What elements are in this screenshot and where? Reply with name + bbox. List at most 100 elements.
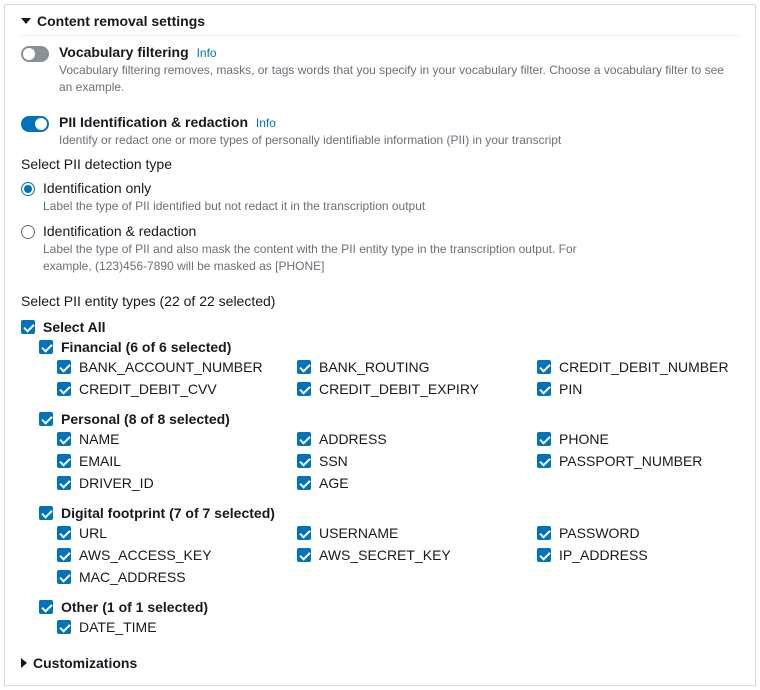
entity-item-checkbox[interactable]: [297, 548, 311, 562]
entity-item-label: DRIVER_ID: [79, 475, 154, 491]
entity-item[interactable]: AWS_SECRET_KEY: [297, 545, 537, 565]
vocabulary-filtering-info-link[interactable]: Info: [197, 46, 217, 60]
entity-item-checkbox[interactable]: [297, 382, 311, 396]
entity-item[interactable]: DRIVER_ID: [57, 473, 297, 493]
entity-group-header[interactable]: Financial (6 of 6 selected): [39, 337, 739, 357]
entity-item-label: CREDIT_DEBIT_CVV: [79, 381, 217, 397]
entity-item-checkbox[interactable]: [57, 620, 71, 634]
vocabulary-filtering-desc: Vocabulary filtering removes, masks, or …: [59, 62, 739, 96]
entity-item[interactable]: CREDIT_DEBIT_EXPIRY: [297, 379, 537, 399]
entity-group-header[interactable]: Personal (8 of 8 selected): [39, 409, 739, 429]
pii-redaction-toggle[interactable]: [21, 116, 49, 132]
entity-item[interactable]: PASSPORT_NUMBER: [537, 451, 757, 471]
entity-item-checkbox[interactable]: [57, 548, 71, 562]
entity-item-label: EMAIL: [79, 453, 121, 469]
entity-group-checkbox[interactable]: [39, 340, 53, 354]
entity-group-header[interactable]: Digital footprint (7 of 7 selected): [39, 503, 739, 523]
entity-item-checkbox[interactable]: [537, 548, 551, 562]
entity-tree: Select All Financial (6 of 6 selected)BA…: [21, 313, 739, 647]
entity-item-label: NAME: [79, 431, 119, 447]
entity-item[interactable]: PHONE: [537, 429, 757, 449]
entity-item-checkbox[interactable]: [297, 526, 311, 540]
entity-group-title: Personal (8 of 8 selected): [61, 411, 230, 427]
entity-item[interactable]: NAME: [57, 429, 297, 449]
entity-item-label: DATE_TIME: [79, 619, 157, 635]
entity-item-label: AGE: [319, 475, 349, 491]
entity-item-label: AWS_ACCESS_KEY: [79, 547, 212, 563]
entity-item[interactable]: CREDIT_DEBIT_CVV: [57, 379, 297, 399]
entity-group-title: Other (1 of 1 selected): [61, 599, 208, 615]
detection-option-identification-only[interactable]: Identification only Label the type of PI…: [21, 176, 739, 219]
entity-item[interactable]: AGE: [297, 473, 537, 493]
section-title: Content removal settings: [37, 13, 205, 29]
entity-item-label: PASSPORT_NUMBER: [559, 453, 702, 469]
entity-item-checkbox[interactable]: [297, 432, 311, 446]
entity-item[interactable]: BANK_ACCOUNT_NUMBER: [57, 357, 297, 377]
entity-item[interactable]: USERNAME: [297, 523, 537, 543]
entity-item[interactable]: IP_ADDRESS: [537, 545, 757, 565]
entity-item[interactable]: BANK_ROUTING: [297, 357, 537, 377]
entity-item-label: USERNAME: [319, 525, 398, 541]
detection-option-identification-redaction[interactable]: Identification & redaction Label the typ…: [21, 219, 739, 279]
content-removal-header[interactable]: Content removal settings: [21, 5, 739, 36]
entity-item-checkbox[interactable]: [57, 432, 71, 446]
entity-item[interactable]: CREDIT_DEBIT_NUMBER: [537, 357, 757, 377]
entity-item-label: IP_ADDRESS: [559, 547, 648, 563]
pii-redaction-info-link[interactable]: Info: [256, 116, 276, 130]
detection-type-heading: Select PII detection type: [21, 150, 739, 176]
entity-item[interactable]: EMAIL: [57, 451, 297, 471]
entity-types-heading: Select PII entity types (22 of 22 select…: [21, 287, 739, 313]
entity-item-checkbox[interactable]: [537, 360, 551, 374]
caret-right-icon: [21, 658, 27, 668]
entity-item-checkbox[interactable]: [57, 360, 71, 374]
entity-group-header[interactable]: Other (1 of 1 selected): [39, 597, 739, 617]
detection-option-label: Identification only: [43, 180, 425, 196]
entity-item-checkbox[interactable]: [297, 454, 311, 468]
entity-item-checkbox[interactable]: [57, 526, 71, 540]
entity-item-checkbox[interactable]: [537, 432, 551, 446]
pii-redaction-desc: Identify or redact one or more types of …: [59, 132, 561, 149]
select-all-checkbox[interactable]: [21, 320, 35, 334]
radio-icon[interactable]: [21, 225, 35, 239]
entity-group-checkbox[interactable]: [39, 412, 53, 426]
entity-item-label: ADDRESS: [319, 431, 387, 447]
entity-item-label: AWS_SECRET_KEY: [319, 547, 451, 563]
entity-item-checkbox[interactable]: [57, 570, 71, 584]
entity-item-checkbox[interactable]: [297, 360, 311, 374]
entity-item-checkbox[interactable]: [537, 526, 551, 540]
customizations-header[interactable]: Customizations: [21, 647, 739, 675]
entity-item-label: PHONE: [559, 431, 609, 447]
vocabulary-filtering-toggle[interactable]: [21, 46, 49, 62]
entity-item-checkbox[interactable]: [537, 382, 551, 396]
entity-item-label: CREDIT_DEBIT_NUMBER: [559, 359, 729, 375]
entity-item-checkbox[interactable]: [57, 476, 71, 490]
entity-item[interactable]: MAC_ADDRESS: [57, 567, 297, 587]
entity-item[interactable]: DATE_TIME: [57, 617, 297, 637]
entity-group-grid: NAME ADDRESS PHONE EMAIL SSN PASSPORT_NUMBER D…: [57, 429, 739, 503]
entity-item[interactable]: SSN: [297, 451, 537, 471]
customizations-title: Customizations: [33, 655, 137, 671]
entity-item-checkbox[interactable]: [537, 454, 551, 468]
caret-down-icon: [21, 18, 31, 24]
entity-item-checkbox[interactable]: [57, 454, 71, 468]
detection-option-desc: Label the type of PII and also mask the …: [43, 241, 583, 275]
entity-item-label: BANK_ROUTING: [319, 359, 429, 375]
entity-item-label: SSN: [319, 453, 348, 469]
entity-item[interactable]: URL: [57, 523, 297, 543]
entity-item[interactable]: PIN: [537, 379, 757, 399]
entity-item-label: BANK_ACCOUNT_NUMBER: [79, 359, 263, 375]
entity-item-checkbox[interactable]: [57, 382, 71, 396]
radio-icon[interactable]: [21, 182, 35, 196]
detection-option-desc: Label the type of PII identified but not…: [43, 198, 425, 215]
entity-item[interactable]: AWS_ACCESS_KEY: [57, 545, 297, 565]
pii-redaction-row: PII Identification & redaction Info Iden…: [21, 106, 739, 151]
entity-group-checkbox[interactable]: [39, 506, 53, 520]
entity-group-grid: BANK_ACCOUNT_NUMBER BANK_ROUTING CREDIT_DE…: [57, 357, 739, 409]
entity-item-checkbox[interactable]: [297, 476, 311, 490]
entity-item[interactable]: PASSWORD: [537, 523, 757, 543]
entity-item[interactable]: ADDRESS: [297, 429, 537, 449]
entity-group-checkbox[interactable]: [39, 600, 53, 614]
select-all-row[interactable]: Select All: [21, 317, 739, 337]
entity-group-title: Digital footprint (7 of 7 selected): [61, 505, 275, 521]
entity-item-label: PIN: [559, 381, 582, 397]
